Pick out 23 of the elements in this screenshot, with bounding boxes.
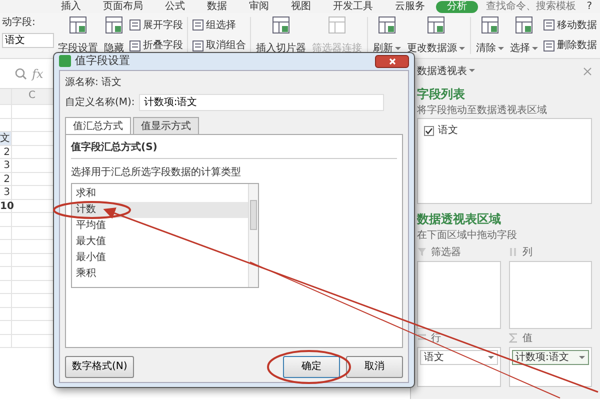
hint-text: 将字段拖动至数据透视表区域 [417,104,548,118]
table-cell: 3 [0,159,12,172]
source-name: 源名称: 语文 [65,76,123,90]
instruction-text: 选择用于汇总所选字段数据的计算类型 [71,166,242,180]
area-label: 列 [522,246,532,260]
table-cell: 10 [0,200,12,213]
section-title: 字段列表 [417,86,466,103]
table-cell: 3 [0,186,12,200]
table-cell: 2 [0,172,12,186]
custom-name-label: 自定义名称(M): [65,96,135,110]
area-label: 值 [522,332,532,346]
field-label: 语文 [438,124,458,138]
area-label: 行 [431,332,441,346]
field-label: 动字段: [2,16,36,30]
section-title: 数据透视表区域 [417,211,502,228]
hint-text: 在下面区域中拖动字段 [417,228,518,243]
column-header: C [12,89,54,105]
table-cell: 2 [0,146,12,159]
dialog-title: 值字段设置 [75,53,130,69]
area-label: 筛选器 [431,246,461,260]
group-title: 值字段汇总方式(S) [71,140,397,158]
table-cell: 文 [0,132,12,146]
function-label: fx [32,66,44,82]
